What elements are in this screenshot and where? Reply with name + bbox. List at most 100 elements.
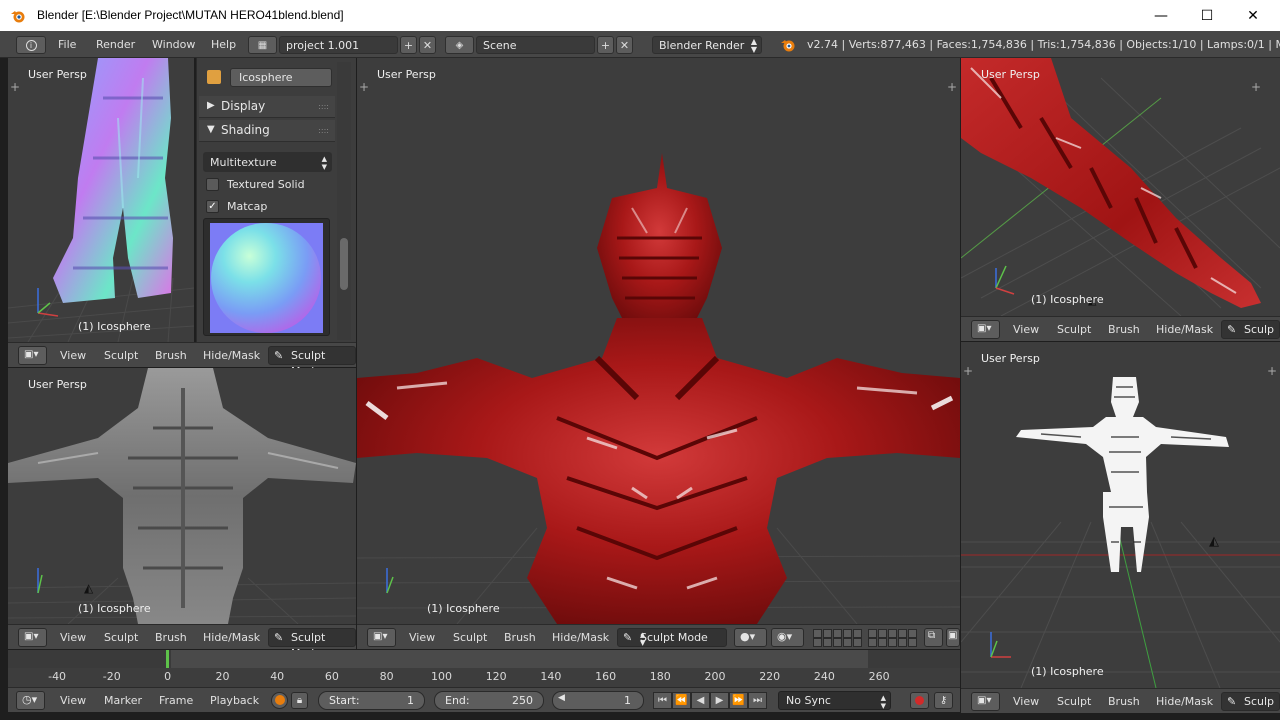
drag-handle-icon[interactable]: ::::: [318, 126, 329, 135]
jump-keyframe-forward-button[interactable]: ⏩: [729, 692, 748, 709]
properties-scrollbar-thumb[interactable]: [340, 238, 348, 290]
jump-end-button[interactable]: ⏭: [748, 692, 767, 709]
menu-sculpt[interactable]: Sculpt: [104, 630, 138, 646]
menu-hide-mask[interactable]: Hide/Mask: [1156, 322, 1213, 338]
menu-sculpt[interactable]: Sculpt: [104, 348, 138, 364]
layer-buttons-group-2[interactable]: [868, 629, 918, 647]
region-toggle-icon[interactable]: +: [1267, 364, 1277, 378]
editor-type-selector[interactable]: ▣▾: [971, 320, 1000, 339]
render-engine-dropdown[interactable]: Blender Render ▲ ▼: [652, 36, 762, 54]
mode-selector[interactable]: ✎ Sculpt Mode ▲ ▼: [617, 628, 727, 647]
mode-selector[interactable]: ✎ Sculpt Mode: [268, 628, 356, 660]
decrement-arrow-icon[interactable]: ◀: [558, 693, 565, 703]
lock-layers-button[interactable]: ⧉: [924, 628, 943, 647]
preview-range-button[interactable]: [271, 692, 288, 709]
menu-file[interactable]: File: [58, 36, 76, 54]
jump-start-button[interactable]: ⏮: [653, 692, 672, 709]
menu-view[interactable]: View: [1013, 322, 1039, 338]
viewport-shading-selector[interactable]: ●▾: [734, 628, 767, 647]
textured-solid-checkbox[interactable]: [206, 178, 219, 191]
mode-selector[interactable]: ✎ Sculp: [1221, 320, 1280, 339]
menu-sculpt[interactable]: Sculpt: [1057, 322, 1091, 338]
region-toggle-icon[interactable]: +: [10, 80, 20, 94]
editor-type-selector[interactable]: ▣▾: [18, 628, 47, 647]
jump-keyframe-back-button[interactable]: ⏪: [672, 692, 691, 709]
play-reverse-button[interactable]: ◀: [691, 692, 710, 709]
menu-brush[interactable]: Brush: [155, 630, 187, 646]
info-header: i File Render Window Help ▦ project 1.00…: [0, 31, 1280, 58]
viewport-bottom-right[interactable]: ◭ User Persp (1) Icosphere + +: [961, 342, 1280, 688]
editor-type-selector[interactable]: ◷▾: [16, 691, 45, 710]
menu-view[interactable]: View: [60, 348, 86, 364]
close-button[interactable]: ✕: [1230, 0, 1276, 31]
menu-view[interactable]: View: [60, 693, 86, 709]
scene-name-field[interactable]: Scene: [476, 36, 595, 54]
record-button[interactable]: [910, 692, 929, 709]
matcap-preview-button[interactable]: [203, 218, 330, 336]
layout-name-field[interactable]: project 1.001: [279, 36, 398, 54]
region-toggle-icon[interactable]: +: [963, 364, 973, 378]
region-toggle-icon[interactable]: +: [1251, 80, 1261, 94]
play-button[interactable]: ▶: [710, 692, 729, 709]
editor-type-selector[interactable]: ▣▾: [18, 346, 47, 365]
display-panel-header[interactable]: ▶ Display ::::: [199, 96, 335, 118]
menu-frame[interactable]: Frame: [159, 693, 193, 709]
pivot-point-selector[interactable]: ◉▾: [771, 628, 804, 647]
current-frame-field[interactable]: ◀ 1: [552, 691, 644, 710]
timeline-editor[interactable]: -40 -20 0 20 40 60 80 100 120 140 160 180 200 220 240 2…: [8, 650, 960, 687]
menu-window[interactable]: Window: [152, 36, 195, 54]
viewport-center[interactable]: User Persp (1) Icosphere + +: [357, 58, 960, 624]
viewport-bottom-left[interactable]: ◭ User Persp (1) Icosphere: [8, 368, 356, 624]
menu-hide-mask[interactable]: Hide/Mask: [1156, 694, 1213, 710]
menu-marker[interactable]: Marker: [104, 693, 142, 709]
menu-hide-mask[interactable]: Hide/Mask: [203, 630, 260, 646]
render-preview-button[interactable]: ▣: [946, 628, 960, 647]
editor-type-selector[interactable]: ▣▾: [971, 692, 1000, 711]
mode-selector[interactable]: ✎ Sculpt Mode: [268, 346, 356, 378]
shading-mode-dropdown[interactable]: Multitexture ▲ ▼: [203, 152, 332, 172]
start-frame-field[interactable]: Start: 1: [318, 691, 425, 710]
timeline-ruler[interactable]: [8, 650, 960, 668]
viewport-top-left[interactable]: User Persp (1) Icosphere +: [8, 58, 194, 342]
menu-render[interactable]: Render: [96, 36, 135, 54]
menu-playback[interactable]: Playback: [210, 693, 259, 709]
object-name-field[interactable]: Icosphere: [230, 68, 332, 87]
keying-set-button[interactable]: ⚷: [934, 692, 953, 709]
menu-view[interactable]: View: [60, 630, 86, 646]
menu-brush[interactable]: Brush: [155, 348, 187, 364]
timeline-playhead[interactable]: [166, 650, 170, 668]
screen-layout-selector[interactable]: ▦: [248, 36, 277, 54]
lock-frame-button[interactable]: 🔒︎: [291, 692, 308, 709]
add-layout-button[interactable]: +: [400, 36, 417, 54]
scene-selector[interactable]: ◈: [445, 36, 474, 54]
drag-handle-icon[interactable]: ::::: [318, 102, 329, 111]
delete-layout-button[interactable]: ✕: [419, 36, 436, 54]
sculpt-brush-icon: ✎: [1227, 695, 1237, 708]
menu-help[interactable]: Help: [211, 36, 236, 54]
menu-brush[interactable]: Brush: [1108, 322, 1140, 338]
region-toggle-icon[interactable]: +: [359, 80, 369, 94]
region-toggle-icon[interactable]: +: [947, 80, 957, 94]
editor-type-selector[interactable]: ▣▾: [367, 628, 396, 647]
sync-mode-dropdown[interactable]: No Sync ▲ ▼: [778, 691, 891, 710]
matcap-checkbox[interactable]: ✓: [206, 200, 219, 213]
editor-type-info-button[interactable]: i: [16, 36, 46, 54]
menu-brush[interactable]: Brush: [504, 630, 536, 646]
menu-brush[interactable]: Brush: [1108, 694, 1140, 710]
menu-sculpt[interactable]: Sculpt: [1057, 694, 1091, 710]
minimize-button[interactable]: —: [1138, 0, 1184, 31]
layer-buttons-group-1[interactable]: [813, 629, 863, 647]
maximize-button[interactable]: ☐: [1184, 0, 1230, 31]
menu-view[interactable]: View: [409, 630, 435, 646]
menu-sculpt[interactable]: Sculpt: [453, 630, 487, 646]
add-scene-button[interactable]: +: [597, 36, 614, 54]
end-frame-field[interactable]: End: 250: [434, 691, 544, 710]
delete-scene-button[interactable]: ✕: [616, 36, 633, 54]
shading-panel-header[interactable]: ▼ Shading ::::: [199, 120, 335, 142]
collapsed-arrow-icon: ▶: [207, 100, 215, 111]
menu-hide-mask[interactable]: Hide/Mask: [552, 630, 609, 646]
menu-hide-mask[interactable]: Hide/Mask: [203, 348, 260, 364]
viewport-top-right[interactable]: ◭ User Persp (1) Icosphere +: [961, 58, 1280, 316]
menu-view[interactable]: View: [1013, 694, 1039, 710]
mode-selector[interactable]: ✎ Sculp: [1221, 692, 1280, 711]
